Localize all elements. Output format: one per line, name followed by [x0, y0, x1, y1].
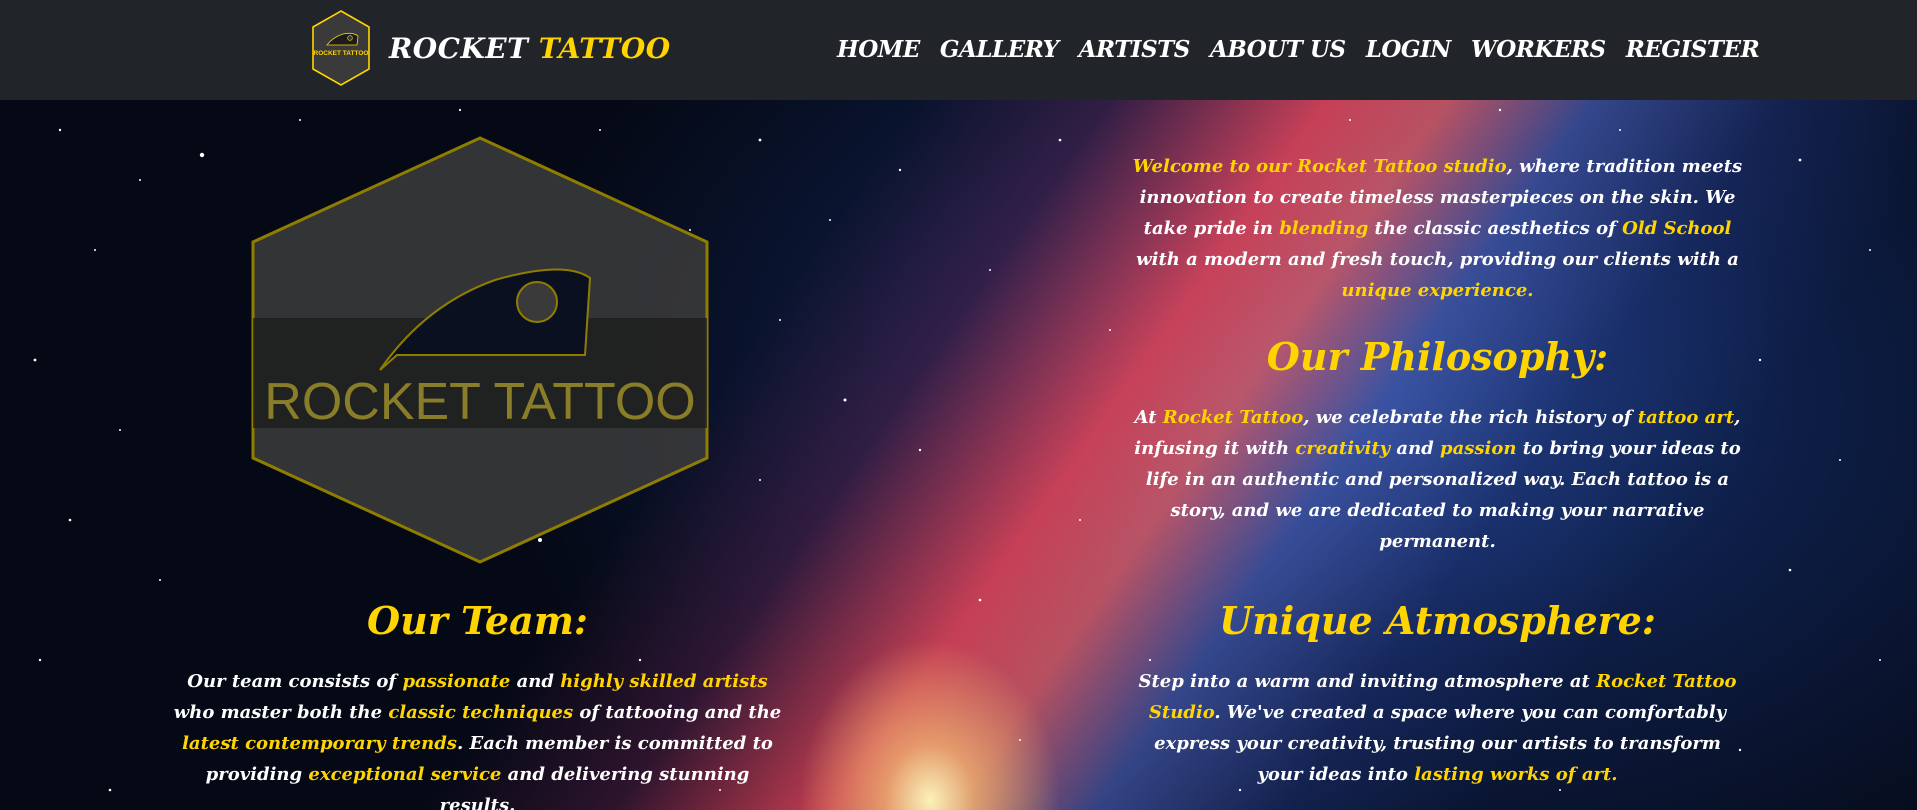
- philosophy-text-segment: and: [1390, 438, 1441, 459]
- atmosphere-title: Unique Atmosphere:: [1219, 598, 1656, 643]
- team-highlight-text: latest contemporary trends: [182, 733, 457, 754]
- intro-text: Welcome to our Rocket Tattoo studio, whe…: [1130, 151, 1745, 306]
- intro-highlight-text: Old School: [1622, 218, 1732, 239]
- team-highlight-text: exceptional service: [308, 764, 502, 785]
- brand-name[interactable]: ROCKET TATTOO: [389, 32, 671, 65]
- team-text-segment: of tattooing and the: [573, 702, 782, 723]
- svg-text:ROCKET TATTOO: ROCKET TATTOO: [314, 50, 369, 57]
- intro-highlight-text: unique experience.: [1341, 280, 1534, 301]
- nav-link-register[interactable]: REGISTER: [1626, 36, 1760, 63]
- team-highlight-text: highly skilled artists: [560, 671, 768, 692]
- team-text-segment: who master both the: [173, 702, 389, 723]
- nav-link-workers[interactable]: WORKERS: [1471, 36, 1606, 63]
- team-text: Our team consists of passionate and high…: [170, 666, 785, 810]
- intro-highlight-text: blending: [1279, 218, 1369, 239]
- philosophy-text-segment: At: [1134, 407, 1163, 428]
- nav-link-about-us[interactable]: ABOUT US: [1210, 36, 1346, 63]
- large-logo-text: ROCKET TATTOO: [264, 373, 695, 431]
- nav-link-home[interactable]: HOME: [837, 36, 920, 63]
- nav-links: HOME GALLERY ARTISTS ABOUT US LOGIN WORK…: [837, 36, 1774, 66]
- brand-name-yellow: TATTOO: [538, 32, 671, 65]
- navbar: ROCKET TATTOO ROCKET TATTOO HOME GALLERY…: [0, 0, 1917, 100]
- team-highlight-text: classic techniques: [388, 702, 574, 723]
- rocket-tattoo-large-logo-icon: ROCKET TATTOO: [251, 136, 709, 564]
- philosophy-highlight-text: Rocket Tattoo: [1162, 407, 1304, 428]
- philosophy-text-segment: , we celebrate the rich history of: [1303, 407, 1638, 428]
- intro-text-segment: with a modern and fresh touch, providing…: [1136, 249, 1739, 270]
- team-highlight-text: passionate: [402, 671, 511, 692]
- hero-section: ROCKET TATTOO Welcome to our Rocket Tatt…: [0, 100, 1917, 810]
- philosophy-title: Our Philosophy:: [1266, 334, 1609, 379]
- atmosphere-highlight-text: lasting works of art.: [1414, 764, 1618, 785]
- nav-link-gallery[interactable]: GALLERY: [940, 36, 1059, 63]
- philosophy-highlight-text: passion: [1440, 438, 1517, 459]
- brand-name-white: ROCKET: [389, 32, 529, 65]
- atmosphere-text-segment: Step into a warm and inviting atmosphere…: [1138, 671, 1597, 692]
- intro-highlight-text: Welcome to our Rocket Tattoo studio: [1132, 156, 1507, 177]
- nav-link-artists[interactable]: ARTISTS: [1079, 36, 1191, 63]
- philosophy-highlight-text: tattoo art: [1637, 407, 1735, 428]
- team-title: Our Team:: [367, 598, 588, 643]
- philosophy-text: At Rocket Tattoo, we celebrate the rich …: [1130, 402, 1745, 557]
- philosophy-highlight-text: creativity: [1295, 438, 1391, 459]
- nav-link-login[interactable]: LOGIN: [1366, 36, 1452, 63]
- rocket-tattoo-logo-icon[interactable]: ROCKET TATTOO: [311, 10, 371, 86]
- team-text-segment: and: [510, 671, 561, 692]
- team-text-segment: Our team consists of: [187, 671, 403, 692]
- atmosphere-text: Step into a warm and inviting atmosphere…: [1130, 666, 1745, 790]
- intro-text-segment: the classic aesthetics of: [1368, 218, 1623, 239]
